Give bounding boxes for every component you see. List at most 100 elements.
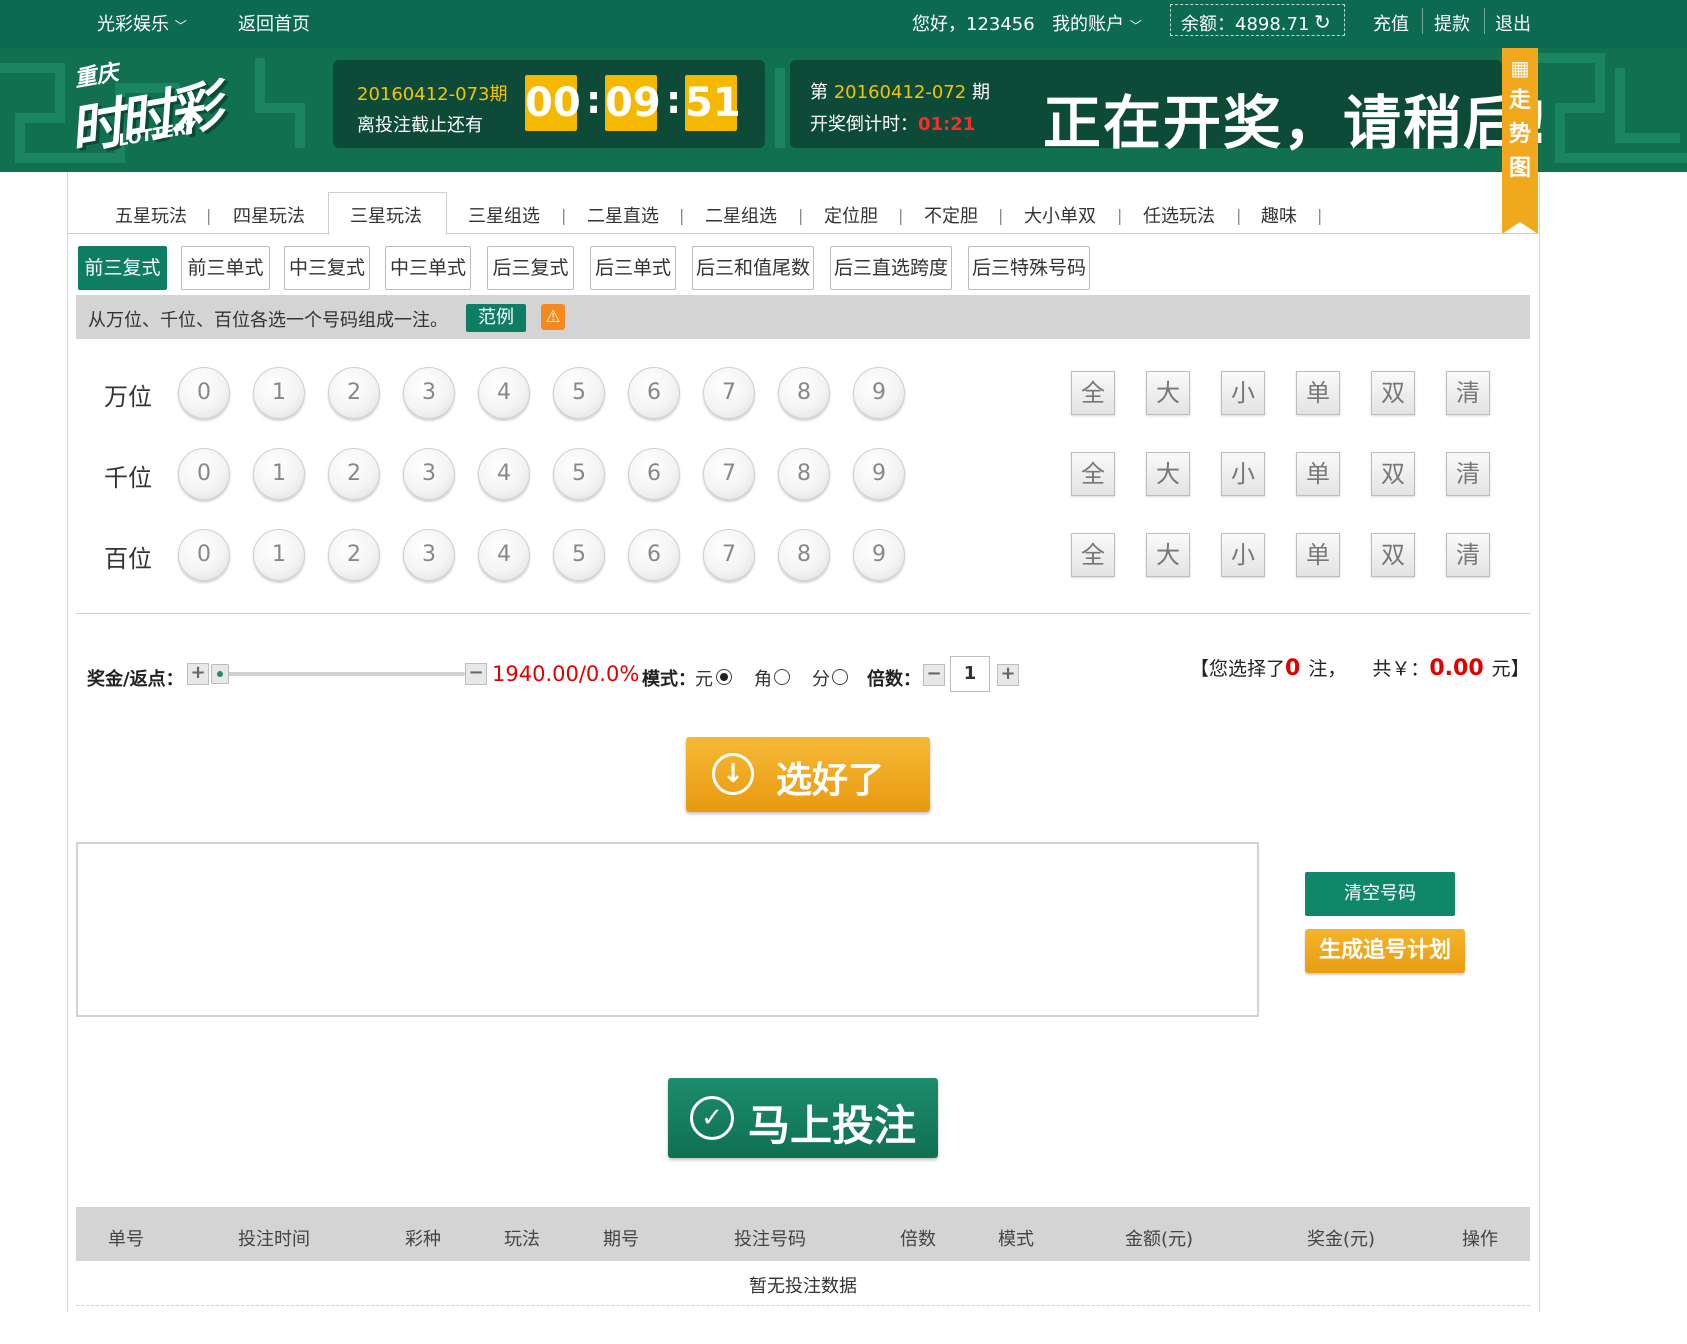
number-ball[interactable]: 8 xyxy=(778,448,830,500)
generate-chase-plan-button[interactable]: 生成追号计划 xyxy=(1305,929,1465,973)
tab-big-small[interactable]: 大小单双 xyxy=(1024,202,1096,228)
number-ball[interactable]: 1 xyxy=(253,529,305,581)
trend-char: 势 xyxy=(1508,122,1531,147)
quick-select-small-button[interactable]: 小 xyxy=(1221,452,1265,496)
tab-optional[interactable]: 任选玩法 xyxy=(1143,202,1215,228)
selected-numbers-list[interactable] xyxy=(76,842,1259,1017)
withdraw-link[interactable]: 提款 xyxy=(1434,10,1470,36)
quick-select-all-button[interactable]: 全 xyxy=(1071,533,1115,577)
logout-link[interactable]: 退出 xyxy=(1495,10,1531,36)
number-ball[interactable]: 9 xyxy=(853,367,905,419)
number-ball[interactable]: 5 xyxy=(553,529,605,581)
number-ball[interactable]: 5 xyxy=(553,367,605,419)
quick-select-big-button[interactable]: 大 xyxy=(1146,452,1190,496)
recharge-link[interactable]: 充值 xyxy=(1373,10,1409,36)
quick-select-small-button[interactable]: 小 xyxy=(1221,533,1265,577)
brand-menu[interactable]: 光彩娱乐 ﹀ xyxy=(97,10,187,36)
number-ball[interactable]: 1 xyxy=(253,367,305,419)
number-ball[interactable]: 2 xyxy=(328,529,380,581)
tab-separator: | xyxy=(1117,206,1123,225)
multiple-decrease-button[interactable]: − xyxy=(923,664,945,686)
number-ball[interactable]: 7 xyxy=(703,367,755,419)
subtab-front3-single[interactable]: 前三单式 xyxy=(181,246,270,290)
refresh-icon[interactable]: ↻ xyxy=(1314,10,1331,34)
tab-uncertain[interactable]: 不定胆 xyxy=(924,202,978,228)
tab-three-star[interactable]: 三星玩法 xyxy=(350,202,422,228)
subtab-mid3-single[interactable]: 中三单式 xyxy=(385,246,471,290)
home-link[interactable]: 返回首页 xyxy=(238,10,310,36)
number-ball[interactable]: 5 xyxy=(553,448,605,500)
number-ball[interactable]: 4 xyxy=(478,529,530,581)
quick-select-even-button[interactable]: 双 xyxy=(1371,371,1415,415)
number-ball[interactable]: 9 xyxy=(853,448,905,500)
quick-select-small-button[interactable]: 小 xyxy=(1221,371,1265,415)
prize-slider-track[interactable] xyxy=(211,672,465,676)
tab-two-star-group[interactable]: 二星组选 xyxy=(705,202,777,228)
quick-select-odd-button[interactable]: 单 xyxy=(1296,452,1340,496)
quick-select-clear-button[interactable]: 清 xyxy=(1446,371,1490,415)
number-ball[interactable]: 4 xyxy=(478,367,530,419)
number-ball[interactable]: 0 xyxy=(178,367,230,419)
quick-select-odd-button[interactable]: 单 xyxy=(1296,371,1340,415)
subtab-front3-multi[interactable]: 前三复式 xyxy=(78,246,167,290)
number-ball[interactable]: 2 xyxy=(328,367,380,419)
number-ball[interactable]: 7 xyxy=(703,529,755,581)
quick-select-even-button[interactable]: 双 xyxy=(1371,533,1415,577)
subtab-back3-sum-tail[interactable]: 后三和值尾数 xyxy=(692,246,814,290)
example-button[interactable]: 范例 xyxy=(466,304,526,332)
tab-four-star[interactable]: 四星玩法 xyxy=(233,202,305,228)
mode-fen-radio[interactable] xyxy=(832,669,848,685)
number-ball[interactable]: 3 xyxy=(403,367,455,419)
number-ball[interactable]: 8 xyxy=(778,367,830,419)
number-ball[interactable]: 4 xyxy=(478,448,530,500)
number-ball[interactable]: 0 xyxy=(178,529,230,581)
pick-done-button[interactable]: ↓ 选好了 xyxy=(686,737,930,812)
total-amount: 0.00 xyxy=(1429,656,1484,681)
warning-icon[interactable]: ⚠ xyxy=(541,304,565,330)
number-ball[interactable]: 3 xyxy=(403,448,455,500)
subtab-back3-special[interactable]: 后三特殊号码 xyxy=(968,246,1090,290)
prize-increase-button[interactable]: + xyxy=(187,663,209,685)
prize-decrease-button[interactable]: − xyxy=(465,663,487,685)
clear-numbers-button[interactable]: 清空号码 xyxy=(1305,872,1455,916)
quick-select-even-button[interactable]: 双 xyxy=(1371,452,1415,496)
account-menu[interactable]: 我的账户 ﹀ xyxy=(1052,10,1142,36)
tab-three-star-group[interactable]: 三星组选 xyxy=(468,202,540,228)
number-ball[interactable]: 6 xyxy=(628,448,680,500)
quick-select-all-button[interactable]: 全 xyxy=(1071,371,1115,415)
subtab-back3-single[interactable]: 后三单式 xyxy=(590,246,676,290)
number-ball[interactable]: 3 xyxy=(403,529,455,581)
subtab-back3-span[interactable]: 后三直选跨度 xyxy=(830,246,952,290)
tab-five-star[interactable]: 五星玩法 xyxy=(115,202,187,228)
tab-separator: | xyxy=(1317,206,1323,225)
number-ball[interactable]: 6 xyxy=(628,367,680,419)
number-ball[interactable]: 6 xyxy=(628,529,680,581)
place-bet-button[interactable]: ✓ 马上投注 xyxy=(668,1078,938,1158)
quick-select-all-button[interactable]: 全 xyxy=(1071,452,1115,496)
number-ball[interactable]: 1 xyxy=(253,448,305,500)
tab-fun[interactable]: 趣味 xyxy=(1261,202,1297,228)
current-issue: 20160412-073期 xyxy=(357,84,508,105)
multiple-increase-button[interactable]: + xyxy=(997,664,1019,686)
number-ball[interactable]: 2 xyxy=(328,448,380,500)
multiple-input[interactable]: 1 xyxy=(950,656,990,692)
tab-position[interactable]: 定位胆 xyxy=(824,202,878,228)
prize-slider-knob[interactable] xyxy=(211,664,229,684)
number-ball[interactable]: 8 xyxy=(778,529,830,581)
mode-jiao-radio[interactable] xyxy=(774,669,790,685)
number-ball[interactable]: 7 xyxy=(703,448,755,500)
subtab-mid3-multi[interactable]: 中三复式 xyxy=(284,246,370,290)
number-ball[interactable]: 0 xyxy=(178,448,230,500)
subtab-back3-multi[interactable]: 后三复式 xyxy=(487,246,574,290)
quick-select-clear-button[interactable]: 清 xyxy=(1446,533,1490,577)
quick-select-big-button[interactable]: 大 xyxy=(1146,371,1190,415)
quick-select-big-button[interactable]: 大 xyxy=(1146,533,1190,577)
chevron-down-icon: ﹀ xyxy=(174,19,187,33)
quick-select-odd-button[interactable]: 单 xyxy=(1296,533,1340,577)
tab-two-star-direct[interactable]: 二星直选 xyxy=(587,202,659,228)
draw-countdown: 01:21 xyxy=(918,114,976,135)
number-ball[interactable]: 9 xyxy=(853,529,905,581)
quick-select-clear-button[interactable]: 清 xyxy=(1446,452,1490,496)
last-issue: 20160412-072 xyxy=(833,82,967,103)
mode-yuan-radio[interactable] xyxy=(716,669,732,685)
